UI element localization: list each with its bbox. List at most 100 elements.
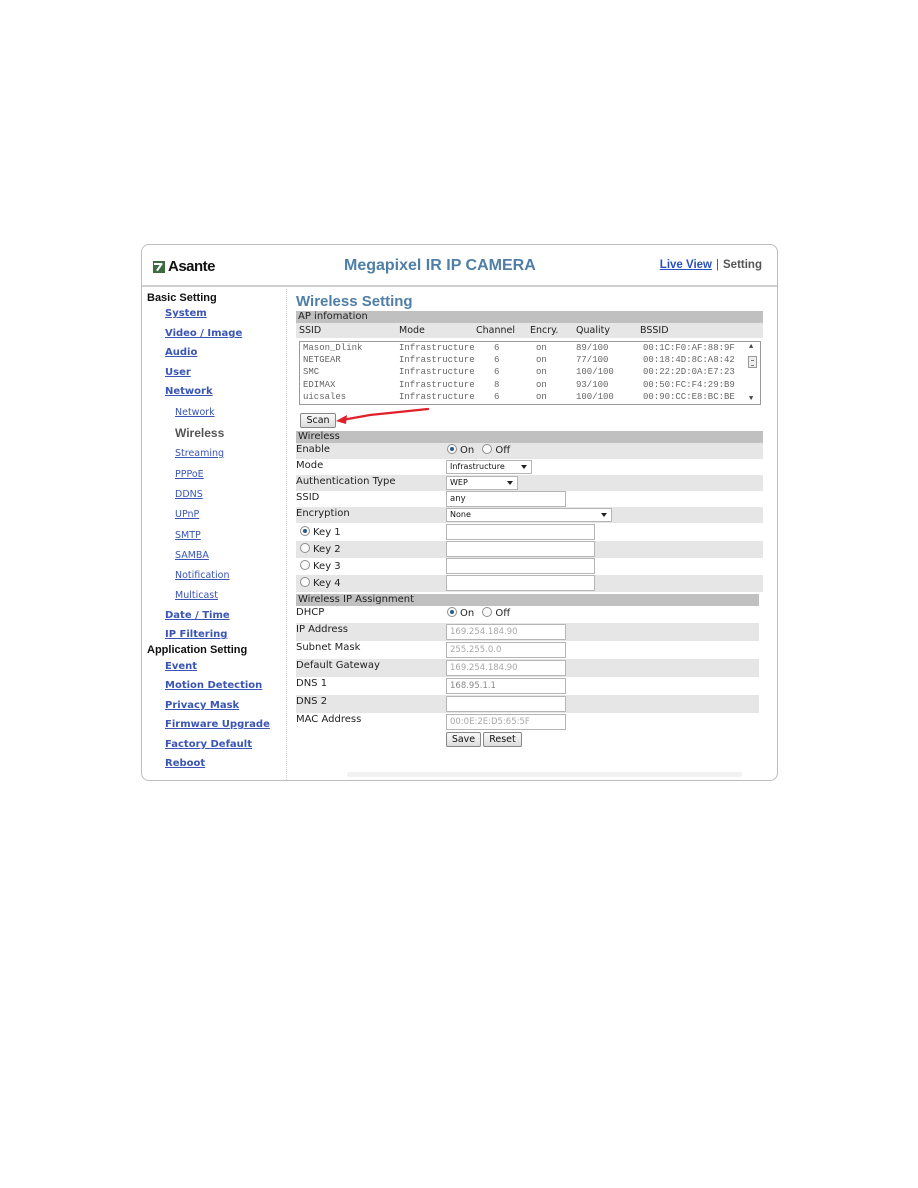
subnet-mask-input[interactable]: 255.255.0.0 xyxy=(446,642,566,658)
encryption-select[interactable]: None xyxy=(446,508,612,522)
column-encry: Encry. xyxy=(530,325,559,336)
chevron-down-icon xyxy=(507,481,513,485)
ap-mode: Infrastructure xyxy=(399,355,475,366)
sidebar-item-system[interactable]: System xyxy=(165,308,207,319)
sidebar-item-reboot[interactable]: Reboot xyxy=(165,758,205,769)
key4-input[interactable] xyxy=(446,575,595,591)
sidebar-sub-notification[interactable]: Notification xyxy=(175,570,230,581)
dns2-row: DNS 2 xyxy=(296,695,759,713)
scroll-up-icon[interactable]: ▲ xyxy=(749,343,753,351)
sidebar-item-audio[interactable]: Audio xyxy=(165,347,197,358)
ap-encry: on xyxy=(536,367,547,378)
key1-label-wrap: Key 1 xyxy=(300,526,341,538)
save-button[interactable]: Save xyxy=(446,732,481,747)
enable-off-label: Off xyxy=(495,445,511,456)
ap-bssid: 00:22:2D:0A:E7:23 xyxy=(643,367,735,378)
mac-address-input[interactable]: 00:0E:2E:D5:65:5F xyxy=(446,714,566,730)
ap-list-item[interactable]: Mason_Dlink Infrastructure 6 on 89/100 0… xyxy=(303,343,760,355)
setting-link[interactable]: Setting xyxy=(723,259,762,271)
nav-separator: | xyxy=(716,259,720,271)
dns1-input[interactable]: 168.95.1.1 xyxy=(446,678,566,694)
ap-channel: 6 xyxy=(494,355,500,366)
gateway-input[interactable]: 169.254.184.90 xyxy=(446,660,566,676)
dhcp-off-label: Off xyxy=(495,608,511,619)
sidebar-item-user[interactable]: User xyxy=(165,367,191,378)
sidebar-sub-streaming[interactable]: Streaming xyxy=(175,448,224,459)
sidebar: Basic Setting System Video / Image Audio… xyxy=(142,289,287,780)
ap-list-item[interactable]: SMC Infrastructure 6 on 100/100 00:22:2D… xyxy=(303,367,760,379)
ap-bssid: 00:18:4D:8C:A8:42 xyxy=(643,355,735,366)
gateway-row: Default Gateway 169.254.184.90 xyxy=(296,659,759,677)
ap-ssid: uicsales xyxy=(303,391,347,402)
ap-mode: Infrastructure xyxy=(399,343,475,353)
main-content: Wireless Setting AP infomation SSID Mode… xyxy=(296,289,766,779)
ap-info-section-header: AP infomation xyxy=(296,311,763,323)
sidebar-sub-smtp[interactable]: SMTP xyxy=(175,530,201,541)
scroll-down-icon[interactable]: ▼ xyxy=(749,395,753,403)
ap-encry: on xyxy=(536,355,547,366)
gateway-label: Default Gateway xyxy=(296,660,380,671)
ap-list-scrollbar[interactable]: ▲ ▼ xyxy=(746,342,760,404)
dhcp-on-radio[interactable] xyxy=(447,607,457,617)
key1-row: Key 1 xyxy=(296,524,763,541)
mode-select-value: Infrastructure xyxy=(450,462,505,471)
sidebar-item-privacy-mask[interactable]: Privacy Mask xyxy=(165,700,239,711)
ap-list-item[interactable]: EDIMAX Infrastructure 8 on 93/100 00:50:… xyxy=(303,380,760,392)
sidebar-item-video-image[interactable]: Video / Image xyxy=(165,328,242,339)
key2-radio[interactable] xyxy=(300,543,310,553)
key1-radio[interactable] xyxy=(300,526,310,536)
key3-radio[interactable] xyxy=(300,560,310,570)
ap-channel: 6 xyxy=(494,367,500,378)
sidebar-item-network[interactable]: Network xyxy=(165,386,213,397)
sidebar-sub-multicast[interactable]: Multicast xyxy=(175,590,218,601)
ap-list[interactable]: Mason_Dlink Infrastructure 6 on 89/100 0… xyxy=(299,341,761,405)
mac-address-row: MAC Address 00:0E:2E:D5:65:5F xyxy=(296,713,759,731)
asante-logo-icon xyxy=(153,260,165,273)
ap-channel: 6 xyxy=(494,391,500,402)
sidebar-item-date-time[interactable]: Date / Time xyxy=(165,610,230,621)
dns2-input[interactable] xyxy=(446,696,566,712)
sidebar-sub-network[interactable]: Network xyxy=(175,407,215,418)
ap-list-item[interactable]: NETGEAR Infrastructure 6 on 77/100 00:18… xyxy=(303,355,760,367)
sidebar-item-ip-filtering[interactable]: IP Filtering xyxy=(165,629,227,640)
column-ssid: SSID xyxy=(299,325,322,336)
key2-input[interactable] xyxy=(446,541,595,557)
mode-row: Mode Infrastructure xyxy=(296,459,763,475)
sidebar-sub-pppoe[interactable]: PPPoE xyxy=(175,469,204,480)
sidebar-item-factory-default[interactable]: Factory Default xyxy=(165,739,252,750)
scroll-thumb[interactable] xyxy=(748,356,757,368)
mode-select[interactable]: Infrastructure xyxy=(446,460,532,474)
page-title: Wireless Setting xyxy=(296,293,413,310)
sidebar-sub-ddns[interactable]: DDNS xyxy=(175,489,203,500)
key2-label-wrap: Key 2 xyxy=(300,543,341,555)
dhcp-on-label: On xyxy=(460,608,475,619)
encryption-select-value: None xyxy=(450,510,471,519)
ssid-input[interactable]: any xyxy=(446,491,566,507)
sidebar-item-motion-detection[interactable]: Motion Detection xyxy=(165,680,262,691)
column-bssid: BSSID xyxy=(640,325,669,336)
live-view-link[interactable]: Live View xyxy=(660,259,712,271)
key3-input[interactable] xyxy=(446,558,595,574)
enable-radio-group: On Off xyxy=(447,444,515,456)
chevron-down-icon xyxy=(521,465,527,469)
key4-radio[interactable] xyxy=(300,577,310,587)
ap-table-header: SSID Mode Channel Encry. Quality BSSID xyxy=(296,323,763,338)
sidebar-item-firmware-upgrade[interactable]: Firmware Upgrade xyxy=(165,719,270,730)
horizontal-scrollbar[interactable] xyxy=(347,772,742,777)
enable-off-radio[interactable] xyxy=(482,444,493,454)
ap-quality: 100/100 xyxy=(576,367,614,378)
ip-address-input[interactable]: 169.254.184.90 xyxy=(446,624,566,640)
sidebar-sub-samba[interactable]: SAMBA xyxy=(175,550,209,561)
dhcp-off-radio[interactable] xyxy=(482,607,493,617)
enable-on-radio[interactable] xyxy=(447,444,457,454)
reset-button[interactable]: Reset xyxy=(483,732,522,747)
sidebar-item-event[interactable]: Event xyxy=(165,661,197,672)
sidebar-sub-wireless-current[interactable]: Wireless xyxy=(175,426,224,440)
auth-type-select[interactable]: WEP xyxy=(446,476,518,490)
ap-mode: Infrastructure xyxy=(399,379,475,390)
sidebar-heading-application: Application Setting xyxy=(147,644,248,656)
sidebar-sub-upnp[interactable]: UPnP xyxy=(175,509,199,520)
ap-list-item[interactable]: uicsales Infrastructure 6 on 100/100 00:… xyxy=(303,392,760,404)
key1-input[interactable] xyxy=(446,524,595,540)
key2-label: Key 2 xyxy=(313,544,341,555)
